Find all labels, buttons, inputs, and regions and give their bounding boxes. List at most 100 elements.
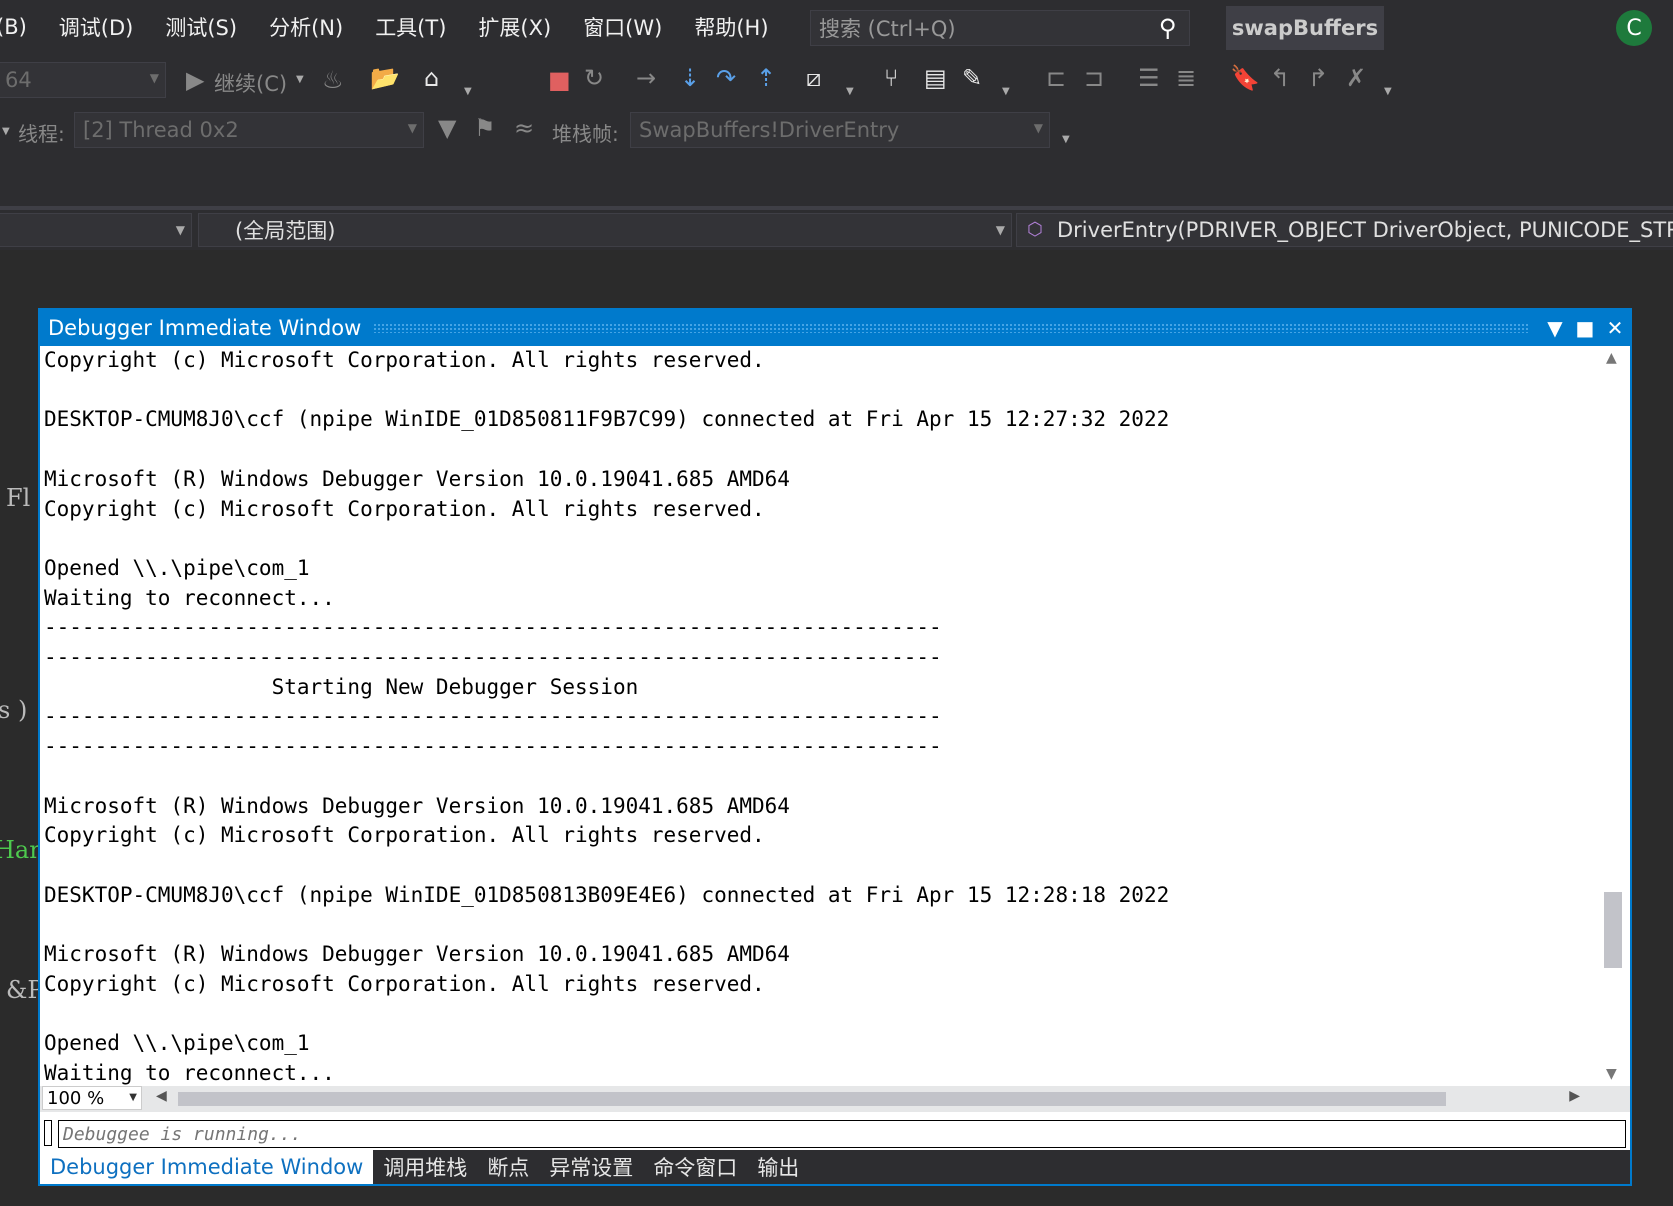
comment-icon[interactable]: ⊏: [1046, 66, 1066, 90]
thread-combo[interactable]: [2] Thread 0x2 ▼: [74, 112, 424, 148]
chevron-down-icon: ▼: [1033, 121, 1043, 135]
zoom-value: 100 %: [47, 1087, 105, 1109]
hot-reload-icon[interactable]: ♨: [322, 68, 344, 92]
tab-output[interactable]: 输出: [747, 1152, 809, 1182]
flag-filter-icon[interactable]: ⚑: [474, 116, 496, 140]
home-screenshot-icon[interactable]: ⌂: [424, 66, 439, 90]
tab-exception-settings[interactable]: 异常设置: [539, 1152, 643, 1182]
menu-tools[interactable]: 工具(T): [359, 12, 462, 42]
disable-breakpoints-icon[interactable]: ⧄: [806, 66, 821, 90]
scroll-down-icon[interactable]: ▼: [1606, 1066, 1617, 1082]
collapse-icon[interactable]: ≈: [514, 116, 534, 140]
indent-icon[interactable]: ☰: [1138, 66, 1160, 90]
stackframe-label: 堆栈帧:: [552, 122, 619, 146]
tab-call-stack[interactable]: 调用堆栈: [373, 1152, 477, 1182]
chevron-down-icon: ▼: [175, 223, 185, 237]
menu-window[interactable]: 窗口(W): [567, 12, 678, 42]
window-title: Debugger Immediate Window: [48, 316, 362, 340]
output-line: Copyright (c) Microsoft Corporation. All…: [44, 496, 765, 521]
tab-debugger-immediate-window[interactable]: Debugger Immediate Window: [40, 1150, 374, 1184]
format-document-icon[interactable]: ✎: [962, 66, 982, 90]
function-value: DriverEntry(PDRIVER_OBJECT DriverObject,…: [1057, 218, 1673, 242]
project-combo[interactable]: ▼: [0, 213, 192, 247]
scope-combo[interactable]: (全局范围) ▼: [198, 213, 1012, 247]
memory-window-icon[interactable]: ▤: [924, 66, 947, 90]
window-menu-icon[interactable]: ▼: [1540, 316, 1570, 340]
output-text[interactable]: Copyright (c) Microsoft Corporation. All…: [44, 346, 1590, 1086]
command-input[interactable]: [58, 1120, 1626, 1148]
restart-icon[interactable]: ↻: [584, 66, 604, 90]
tab-breakpoints[interactable]: 断点: [477, 1152, 539, 1182]
zoom-combo[interactable]: 100 % ▼: [42, 1086, 142, 1110]
menu-debug[interactable]: 调试(D): [43, 12, 150, 42]
output-line: Copyright (c) Microsoft Corporation. All…: [44, 823, 765, 848]
stackframe-value: SwapBuffers!DriverEntry: [639, 118, 900, 142]
thread-value: [2] Thread 0x2: [83, 118, 239, 142]
search-icon[interactable]: ⚲: [1159, 14, 1177, 42]
continue-button[interactable]: 继续(C): [214, 68, 287, 98]
horizontal-scrollbar-thumb[interactable]: [178, 1092, 1446, 1106]
menu-help[interactable]: 帮助(H): [678, 12, 784, 42]
step-into-icon[interactable]: ⇣: [680, 66, 700, 90]
function-combo[interactable]: ⬡ DriverEntry(PDRIVER_OBJECT DriverObjec…: [1016, 213, 1673, 247]
continue-play-icon[interactable]: ▶: [186, 68, 204, 92]
menu-extensions[interactable]: 扩展(X): [462, 12, 567, 42]
bookmark-icon[interactable]: 🔖: [1230, 66, 1260, 90]
toolbar-overflow-icon[interactable]: ▼: [464, 86, 472, 97]
search-input[interactable]: 搜索 (Ctrl+Q) ⚲: [810, 10, 1190, 46]
step-over-icon[interactable]: ↷: [716, 66, 736, 90]
next-bookmark-icon[interactable]: ↱: [1308, 66, 1328, 90]
menu-test[interactable]: 测试(S): [149, 12, 253, 42]
output-line: DESKTOP-CMUM8J0\ccf (npipe WinIDE_01D850…: [44, 882, 1170, 907]
scrollbar-thumb[interactable]: [1604, 892, 1622, 968]
scroll-left-icon[interactable]: ◀: [156, 1088, 167, 1104]
input-marker: [44, 1120, 52, 1146]
menu-analyze[interactable]: 分析(N): [253, 12, 359, 42]
output-line: ----------------------------------------…: [44, 615, 942, 640]
menu-build[interactable]: (B): [0, 15, 43, 39]
toolbar-overflow-icon[interactable]: ▼: [846, 86, 854, 97]
vertical-scrollbar[interactable]: ▲ ▼: [1596, 346, 1630, 1086]
search-placeholder: 搜索 (Ctrl+Q): [819, 17, 956, 41]
command-row: [40, 1118, 1630, 1150]
filter-icon[interactable]: ▼: [438, 116, 456, 140]
horizontal-bar: 100 % ▼ ◀ ▶: [40, 1086, 1630, 1112]
open-folder-icon[interactable]: 📂: [370, 66, 400, 90]
toolbar-spacer: [0, 158, 1673, 206]
stackframe-combo[interactable]: SwapBuffers!DriverEntry ▼: [630, 112, 1050, 148]
output-line: DESKTOP-CMUM8J0\ccf (npipe WinIDE_01D850…: [44, 407, 1170, 432]
show-next-statement-icon[interactable]: →: [636, 66, 656, 90]
scroll-up-icon[interactable]: ▲: [1606, 350, 1617, 366]
outdent-icon[interactable]: ≣: [1176, 66, 1196, 90]
toolbar-overflow-icon[interactable]: ▼: [1062, 134, 1070, 145]
output-line: Waiting to reconnect...: [44, 585, 335, 610]
chevron-down-icon: ▼: [995, 223, 1005, 237]
continue-dropdown-icon[interactable]: ▼: [296, 74, 304, 85]
code-fragment: s ): [0, 696, 28, 724]
close-icon[interactable]: ✕: [1600, 316, 1630, 340]
code-fragment: Fl: [6, 484, 31, 512]
output-line: Opened \\.\pipe\com_1: [44, 1031, 310, 1056]
stop-icon[interactable]: ■: [548, 68, 571, 92]
platform-combo[interactable]: 64 ▼: [0, 62, 166, 98]
scroll-right-icon[interactable]: ▶: [1569, 1088, 1580, 1104]
maximize-icon[interactable]: ■: [1570, 316, 1600, 340]
previous-bookmark-icon[interactable]: ↰: [1270, 66, 1290, 90]
clear-bookmarks-icon[interactable]: ✗: [1346, 66, 1366, 90]
code-map-icon[interactable]: ⑂: [884, 66, 898, 90]
uncomment-icon[interactable]: ⊐: [1084, 66, 1104, 90]
output-line: Waiting to reconnect...: [44, 1060, 335, 1085]
step-out-icon[interactable]: ⇡: [756, 66, 776, 90]
tab-command-window[interactable]: 命令窗口: [643, 1152, 747, 1182]
output-line: Microsoft (R) Windows Debugger Version 1…: [44, 942, 790, 967]
toolbar-overflow-icon[interactable]: ▼: [1002, 86, 1010, 97]
window-titlebar[interactable]: Debugger Immediate Window ▼ ■ ✕: [40, 310, 1630, 346]
debug-toolbar: 64 ▼ ▶ 继续(C) ▼ ♨ 📂 ⌂ ▼ ❚❚ ■ ↻ → ⇣ ↷ ⇡ ⧄ …: [0, 54, 1673, 164]
avatar[interactable]: C: [1616, 10, 1652, 46]
toolbar-overflow-icon[interactable]: ▼: [1384, 86, 1392, 97]
